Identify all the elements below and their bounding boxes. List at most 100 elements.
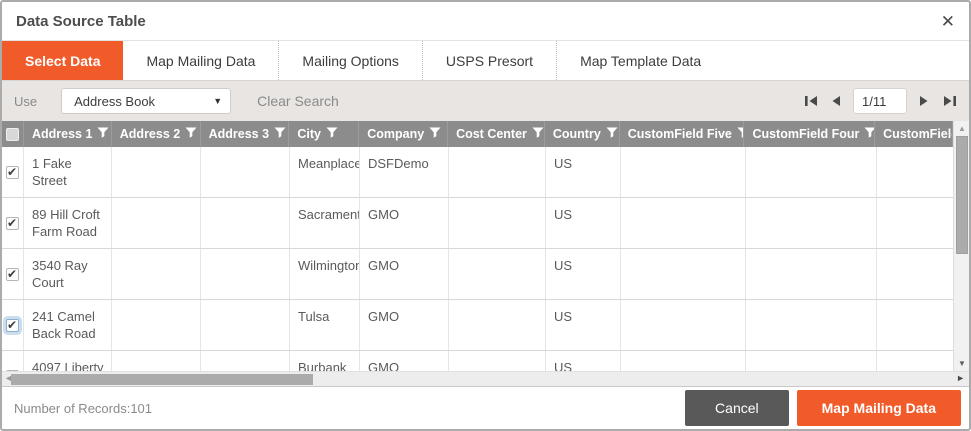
row-select-cell <box>2 300 24 350</box>
dialog-footer: Number of Records:101 Cancel Map Mailing… <box>2 386 969 429</box>
page-input[interactable] <box>853 88 907 114</box>
cell <box>201 198 290 248</box>
cell: US <box>546 300 621 350</box>
filter-funnel-icon[interactable] <box>429 127 441 141</box>
cell <box>621 249 746 299</box>
first-page-icon[interactable] <box>803 94 819 108</box>
row-select-cell <box>2 249 24 299</box>
header-cell-city[interactable]: City <box>289 121 359 147</box>
filter-funnel-icon[interactable] <box>326 127 338 141</box>
row-checkbox[interactable] <box>6 319 19 332</box>
chevron-down-icon: ▼ <box>213 96 222 106</box>
cancel-button[interactable]: Cancel <box>685 390 789 426</box>
table-row: 4097 Liberty AvenueBurbankGMOUS <box>2 351 953 371</box>
header-cell-company[interactable]: Company <box>359 121 448 147</box>
hscroll-thumb[interactable] <box>11 374 313 385</box>
grid-header-row: Address 1Address 2Address 3CityCompanyCo… <box>2 121 953 147</box>
cell <box>621 198 746 248</box>
filter-funnel-icon[interactable] <box>606 127 618 141</box>
cell <box>449 351 546 371</box>
vscroll-thumb[interactable] <box>956 136 968 254</box>
cell <box>877 351 955 371</box>
header-cell-customfield-five[interactable]: CustomField Five <box>620 121 745 147</box>
pagination <box>803 88 957 114</box>
cell: Burbank <box>290 351 360 371</box>
select-all-checkbox[interactable] <box>6 128 19 141</box>
row-checkbox[interactable] <box>6 217 19 230</box>
cell <box>112 147 201 197</box>
tab-select-data[interactable]: Select Data <box>2 41 123 80</box>
row-select-cell <box>2 147 24 197</box>
filter-funnel-icon[interactable] <box>97 127 109 141</box>
header-cell-address-3[interactable]: Address 3 <box>201 121 290 147</box>
cell <box>877 147 955 197</box>
cell <box>746 249 877 299</box>
toolbar: Use Address Book ▼ Clear Search <box>2 81 969 121</box>
cell <box>112 300 201 350</box>
dialog-titlebar: Data Source Table ✕ <box>2 2 969 40</box>
cell: 1 Fake Street <box>24 147 112 197</box>
cell: GMO <box>360 249 449 299</box>
filter-funnel-icon[interactable] <box>274 127 286 141</box>
last-page-icon[interactable] <box>941 94 957 108</box>
cell: US <box>546 351 621 371</box>
tab-map-template-data[interactable]: Map Template Data <box>556 41 724 80</box>
filter-funnel-icon[interactable] <box>185 127 197 141</box>
cell <box>112 351 201 371</box>
filter-funnel-icon[interactable] <box>864 127 875 141</box>
row-select-cell <box>2 351 24 371</box>
next-page-icon[interactable] <box>916 94 932 108</box>
cell: 241 Camel Back Road <box>24 300 112 350</box>
cell <box>449 300 546 350</box>
scroll-right-icon[interactable]: ► <box>956 373 965 383</box>
cell <box>877 249 955 299</box>
header-cell-country[interactable]: Country <box>545 121 620 147</box>
header-cell-cost-center[interactable]: Cost Center <box>448 121 545 147</box>
cell <box>201 147 290 197</box>
cell: 4097 Liberty Avenue <box>24 351 112 371</box>
tab-map-mailing-data[interactable]: Map Mailing Data <box>123 41 278 80</box>
cell <box>877 300 955 350</box>
header-cell <box>2 121 24 147</box>
cell: 3540 Ray Court <box>24 249 112 299</box>
cell <box>201 249 290 299</box>
header-cell-address-1[interactable]: Address 1 <box>24 121 112 147</box>
cell: US <box>546 147 621 197</box>
cell <box>112 249 201 299</box>
previous-page-icon[interactable] <box>828 94 844 108</box>
scroll-up-icon[interactable]: ▲ <box>954 124 969 133</box>
datasource-select[interactable]: Address Book ▼ <box>61 88 231 114</box>
tab-usps-presort[interactable]: USPS Presort <box>422 41 556 80</box>
header-cell-address-2[interactable]: Address 2 <box>112 121 201 147</box>
close-icon[interactable]: ✕ <box>941 13 955 30</box>
filter-funnel-icon[interactable] <box>737 127 745 141</box>
table-row: 241 Camel Back Road TulsaGMO US <box>2 300 953 351</box>
data-source-table-dialog: Data Source Table ✕ Select DataMap Maili… <box>0 0 971 431</box>
cell <box>449 249 546 299</box>
map-mailing-data-button[interactable]: Map Mailing Data <box>797 390 961 426</box>
cell: Sacramento <box>290 198 360 248</box>
filter-funnel-icon[interactable] <box>532 127 544 141</box>
cell <box>112 198 201 248</box>
cell: Meanplace <box>290 147 360 197</box>
cell <box>746 147 877 197</box>
cell <box>621 300 746 350</box>
cell: GMO <box>360 300 449 350</box>
vertical-scrollbar[interactable]: ▲ ▼ <box>953 121 969 371</box>
cell <box>746 351 877 371</box>
cell: GMO <box>360 198 449 248</box>
header-cell-customfield[interactable]: CustomField <box>875 121 953 147</box>
cell: Tulsa <box>290 300 360 350</box>
row-checkbox[interactable] <box>6 268 19 281</box>
horizontal-scrollbar[interactable]: ◄ ► <box>2 371 969 386</box>
tab-mailing-options[interactable]: Mailing Options <box>278 41 422 80</box>
cell: 89 Hill Croft Farm Road <box>24 198 112 248</box>
data-grid: Address 1Address 2Address 3CityCompanyCo… <box>2 121 969 371</box>
clear-search-button[interactable]: Clear Search <box>257 93 339 109</box>
cell <box>449 147 546 197</box>
table-row: 3540 Ray CourtWilmingtonGMOUS <box>2 249 953 300</box>
records-count: Number of Records:101 <box>14 401 152 416</box>
header-cell-customfield-four[interactable]: CustomField Four <box>744 121 875 147</box>
row-checkbox[interactable] <box>6 166 19 179</box>
scroll-down-icon[interactable]: ▼ <box>954 359 969 368</box>
